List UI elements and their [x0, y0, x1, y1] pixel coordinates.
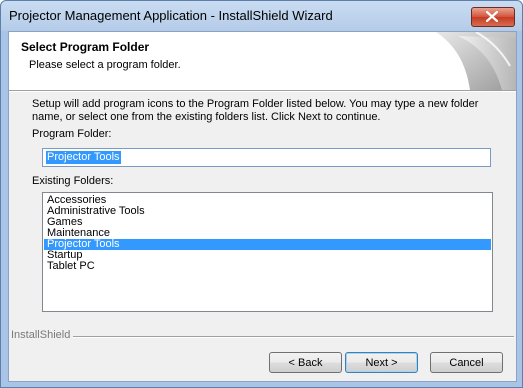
- title-bar[interactable]: Projector Management Application - Insta…: [1, 1, 522, 31]
- page-subtitle: Please select a program folder.: [29, 59, 181, 71]
- list-item[interactable]: Games: [44, 217, 491, 228]
- installshield-banner-graphic: [436, 32, 516, 90]
- installshield-brand-label: InstallShield: [11, 329, 74, 341]
- installer-window: Projector Management Application - Insta…: [0, 0, 523, 388]
- cancel-button[interactable]: Cancel: [430, 352, 503, 373]
- next-button[interactable]: Next >: [345, 352, 418, 373]
- wizard-client-area: Select Program Folder Please select a pr…: [8, 31, 517, 382]
- existing-folders-list[interactable]: Accessories Administrative Tools Games M…: [42, 192, 493, 312]
- page-title: Select Program Folder: [21, 40, 150, 54]
- close-button[interactable]: [471, 7, 515, 27]
- list-item[interactable]: Tablet PC: [44, 261, 491, 272]
- close-icon: [486, 11, 498, 22]
- wizard-header: Select Program Folder Please select a pr…: [9, 32, 516, 90]
- list-item[interactable]: Administrative Tools: [44, 206, 491, 217]
- window-title: Projector Management Application - Insta…: [9, 8, 333, 23]
- back-button[interactable]: < Back: [269, 352, 342, 373]
- footer-divider: [11, 336, 514, 338]
- list-item[interactable]: Startup: [44, 250, 491, 261]
- program-folder-label: Program Folder:: [32, 128, 112, 140]
- existing-folders-label: Existing Folders:: [32, 175, 114, 187]
- list-item-selected[interactable]: Projector Tools: [44, 239, 491, 250]
- instructions-text: Setup will add program icons to the Prog…: [32, 98, 479, 123]
- program-folder-input[interactable]: Projector Tools: [42, 148, 491, 167]
- header-divider: [9, 90, 516, 92]
- program-folder-value: Projector Tools: [46, 151, 121, 164]
